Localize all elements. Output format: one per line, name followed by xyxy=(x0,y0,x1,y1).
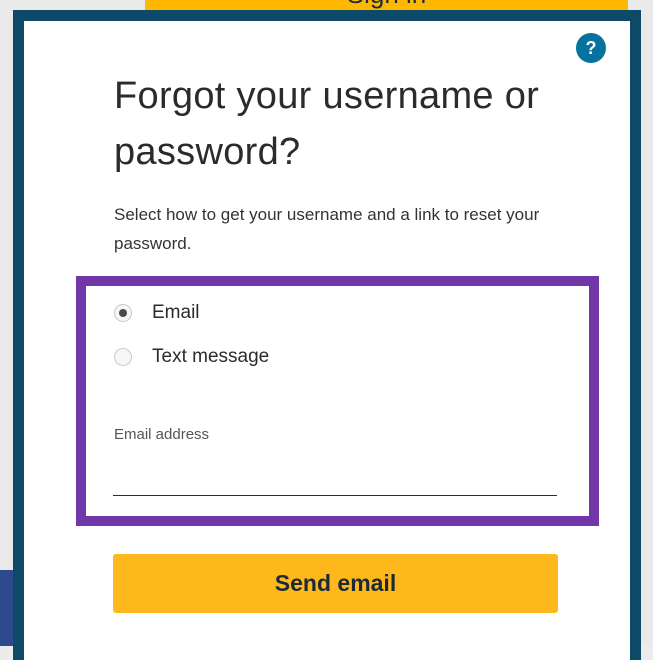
dialog-title: Forgot your username or password? xyxy=(114,75,540,173)
radio-selected-dot xyxy=(119,309,127,317)
text-message-radio-button[interactable] xyxy=(114,348,132,366)
email-radio-button[interactable] xyxy=(114,304,132,322)
radio-option-email[interactable]: Email xyxy=(114,301,200,325)
send-email-button[interactable]: Send email xyxy=(113,554,558,613)
email-option-label: Email xyxy=(152,302,200,323)
dialog-instructions: Select how to get your username and a li… xyxy=(114,205,540,253)
help-icon[interactable]: ? xyxy=(576,33,606,63)
email-address-input[interactable] xyxy=(113,454,557,496)
radio-option-text-message[interactable]: Text message xyxy=(114,345,269,369)
text-message-option-label: Text message xyxy=(152,346,270,367)
email-address-label: Email address xyxy=(114,426,210,443)
